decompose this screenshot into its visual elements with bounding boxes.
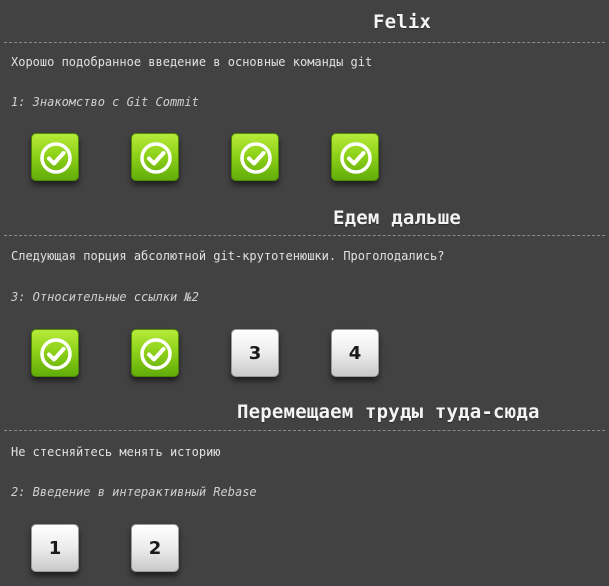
check-circle-icon	[40, 338, 72, 370]
level-button-4[interactable]	[331, 133, 379, 181]
level-buttons	[31, 133, 391, 183]
check-circle-icon	[340, 142, 372, 174]
level-buttons: 12	[31, 524, 391, 574]
check-circle-icon	[140, 338, 172, 370]
level-button-4[interactable]: 4	[331, 329, 379, 377]
section-title: Перемещаем труды туда-сюда	[237, 401, 540, 423]
check-circle-icon	[140, 142, 172, 174]
section-divider	[4, 42, 605, 43]
level-section-remote: Едем дальше Следующая порция абсолютной …	[0, 200, 609, 395]
section-subtitle: 1: Знакомство с Git Commit	[11, 95, 199, 109]
level-button-1[interactable]	[31, 329, 79, 377]
section-divider	[4, 430, 605, 431]
level-number: 2	[148, 537, 162, 559]
section-subtitle: 3: Относительные ссылки №2	[11, 290, 199, 304]
level-number: 1	[48, 537, 62, 559]
level-button-1[interactable]: 1	[31, 524, 79, 572]
level-button-1[interactable]	[31, 133, 79, 181]
check-circle-icon	[240, 142, 272, 174]
level-number: 3	[248, 342, 262, 364]
level-button-2[interactable]	[131, 329, 179, 377]
level-button-3[interactable]: 3	[231, 329, 279, 377]
level-section-move: Перемещаем труды туда-сюда Не стесняйтес…	[0, 395, 609, 586]
section-description: Не стесняйтесь менять историю	[11, 445, 221, 459]
level-button-3[interactable]	[231, 133, 279, 181]
level-button-2[interactable]	[131, 133, 179, 181]
section-title: Едем дальше	[333, 207, 462, 229]
section-divider	[4, 235, 605, 236]
section-description: Хорошо подобранное введение в основные к…	[11, 55, 373, 69]
section-subtitle: 2: Введение в интерактивный Rebase	[11, 485, 257, 499]
level-buttons: 34	[31, 329, 391, 379]
check-circle-icon	[40, 142, 72, 174]
level-number: 4	[348, 342, 362, 364]
section-description: Следующая порция абсолютной git-крутотен…	[11, 249, 445, 263]
level-button-2[interactable]: 2	[131, 524, 179, 572]
level-section-main: Felix Хорошо подобранное введение в осно…	[0, 0, 609, 200]
section-title: Felix	[373, 11, 432, 33]
